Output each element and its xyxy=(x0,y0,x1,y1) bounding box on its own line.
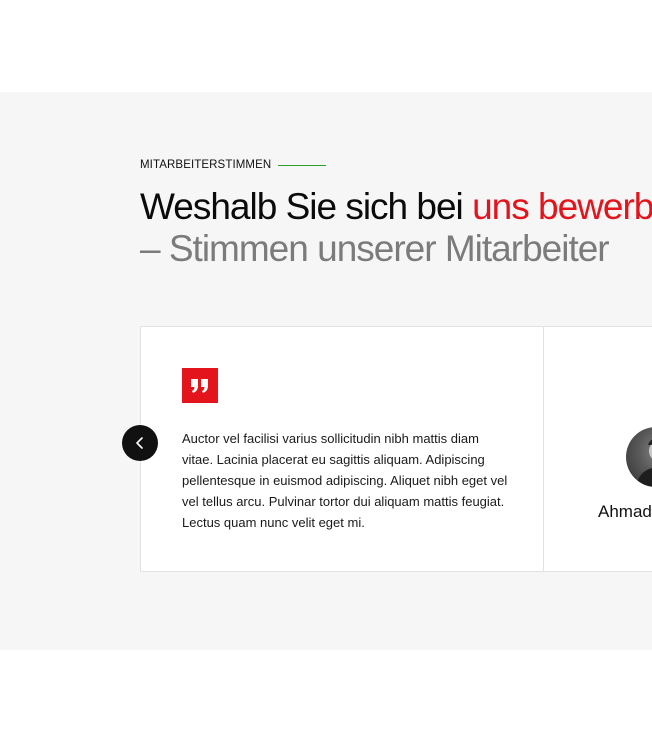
testimonial-text: Auctor vel facilisi varius sollicitudin … xyxy=(182,431,508,530)
carousel-prev-button[interactable] xyxy=(122,425,158,461)
testimonial-card: Auctor vel facilisi varius sollicitudin … xyxy=(140,326,544,572)
section-eyebrow: MITARBEITERSTIMMEN xyxy=(140,159,327,171)
chevron-left-icon xyxy=(136,437,143,449)
testimonials-section: MITARBEITERSTIMMEN Weshalb Sie sich bei … xyxy=(0,92,652,650)
testimonial-author-name: Ahmad xyxy=(598,502,652,521)
section-heading: Weshalb Sie sich bei uns bewerben – Stim… xyxy=(140,186,652,270)
testimonial-card-next: Ahmad xyxy=(544,326,652,572)
heading-text: Weshalb Sie sich bei xyxy=(140,186,473,227)
heading-highlight: uns bewerben xyxy=(472,186,652,227)
quote-icon xyxy=(182,368,218,403)
eyebrow-label: MITARBEITERSTIMMEN xyxy=(140,159,272,171)
eyebrow-divider-line xyxy=(278,164,327,166)
avatar xyxy=(626,427,652,487)
heading-subline: – Stimmen unserer Mitarbeiter xyxy=(140,228,610,269)
